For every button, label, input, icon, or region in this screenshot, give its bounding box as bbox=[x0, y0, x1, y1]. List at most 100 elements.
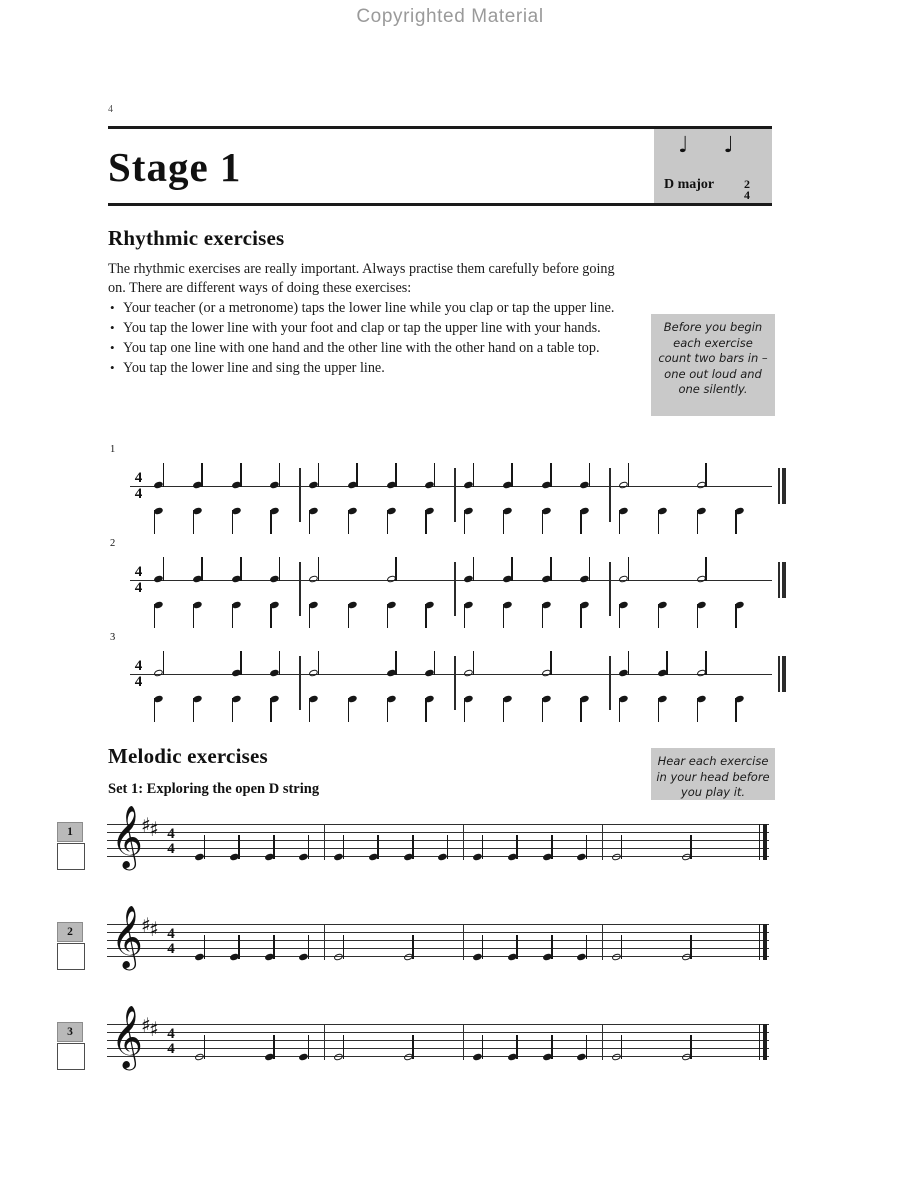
barline-thick bbox=[782, 656, 786, 692]
note-stem bbox=[395, 463, 397, 487]
time-signature-denominator: 4 bbox=[744, 188, 750, 202]
barline-thick bbox=[763, 824, 767, 860]
note-stem bbox=[502, 604, 505, 628]
rhythm-upper-note bbox=[269, 557, 281, 584]
note-stem bbox=[395, 557, 397, 581]
melodic-note bbox=[333, 835, 344, 862]
note-stem bbox=[309, 510, 311, 534]
note-stem bbox=[481, 835, 483, 859]
rhythmic-bullet-list: Your teacher (or a metronome) taps the l… bbox=[108, 298, 628, 378]
note-stem bbox=[541, 698, 543, 722]
rhythmic-intro-block: The rhythmic exercises are really import… bbox=[108, 260, 628, 379]
melodic-note bbox=[194, 935, 205, 962]
barline-thick bbox=[763, 1024, 767, 1060]
note-stem bbox=[433, 463, 436, 487]
rhythm-upper-note bbox=[656, 651, 668, 678]
melodic-exercise-number: 2 bbox=[57, 922, 83, 942]
note-stem bbox=[541, 510, 543, 534]
note-stem bbox=[278, 463, 281, 487]
rhythm-lower-note bbox=[618, 506, 629, 534]
note-stem bbox=[619, 698, 621, 722]
note-stem bbox=[347, 604, 350, 628]
barline bbox=[454, 468, 456, 522]
barline-thick bbox=[782, 562, 786, 598]
rhythm-upper-note bbox=[579, 557, 591, 584]
time-signature-numerator: 4 bbox=[134, 470, 143, 486]
rhythm-lower-note bbox=[191, 506, 203, 534]
note-stem bbox=[502, 698, 505, 722]
note-stem bbox=[425, 510, 427, 534]
melodic-note bbox=[367, 835, 379, 862]
note-stem bbox=[585, 1035, 588, 1059]
rhythm-lower-note bbox=[618, 694, 629, 722]
rhythm-lower-note bbox=[463, 506, 474, 534]
rhythm-upper-note bbox=[230, 463, 242, 490]
note-stem bbox=[412, 835, 414, 859]
note-stem bbox=[481, 935, 483, 959]
barline-thin bbox=[778, 656, 780, 692]
note-stem bbox=[446, 835, 449, 859]
note-stem bbox=[309, 604, 311, 628]
note-stem bbox=[551, 835, 553, 859]
melodic-note bbox=[402, 1035, 414, 1062]
note-stem bbox=[657, 604, 660, 628]
note-stem bbox=[580, 698, 582, 722]
note-stem bbox=[317, 463, 319, 487]
note-stem bbox=[425, 604, 427, 628]
rhythm-exercise-number: 3 bbox=[110, 632, 116, 643]
sharp-icon: ♯ bbox=[149, 1017, 159, 1041]
music-staff: 𝄞 ♯ ♯ 4 4 bbox=[107, 1010, 769, 1064]
note-stem bbox=[511, 463, 513, 487]
note-stem bbox=[273, 1035, 275, 1059]
rhythm-lower-note bbox=[579, 694, 591, 722]
note-stem bbox=[472, 463, 474, 487]
rhythm-upper-note bbox=[385, 557, 397, 584]
staff-line bbox=[107, 924, 769, 925]
note-stem bbox=[201, 463, 203, 487]
note-stem bbox=[162, 463, 164, 487]
rhythm-staff-line bbox=[130, 674, 772, 676]
time-signature-denominator: 4 bbox=[134, 674, 143, 690]
melodic-note bbox=[263, 935, 275, 962]
note-stem bbox=[192, 510, 195, 534]
time-signature: 44 bbox=[130, 564, 147, 596]
rhythm-upper-note bbox=[618, 463, 629, 490]
page-title: Stage 1 bbox=[108, 144, 242, 190]
barline bbox=[463, 824, 465, 860]
note-stem bbox=[231, 698, 233, 722]
practice-checkbox[interactable] bbox=[57, 843, 85, 870]
rhythm-system-3: 3 44 bbox=[108, 632, 786, 722]
note-stem bbox=[203, 835, 205, 859]
melodic-note bbox=[472, 1035, 483, 1062]
staff-line bbox=[107, 1056, 769, 1057]
note-stem bbox=[307, 935, 310, 959]
note-stem bbox=[203, 1035, 205, 1059]
barline bbox=[602, 1024, 604, 1060]
rhythm-upper-note bbox=[308, 463, 319, 490]
music-staff: 𝄞 ♯ ♯ 4 4 bbox=[107, 810, 769, 864]
treble-clef-icon: 𝄞 bbox=[111, 805, 143, 868]
barline bbox=[463, 924, 465, 960]
melodic-note bbox=[333, 935, 344, 962]
list-item: Your teacher (or a metronome) taps the l… bbox=[108, 298, 628, 318]
practice-checkbox[interactable] bbox=[57, 1043, 85, 1070]
note-stem bbox=[203, 935, 205, 959]
rhythm-lower-note bbox=[230, 600, 242, 628]
barline-thick bbox=[763, 924, 767, 960]
note-stem bbox=[619, 510, 621, 534]
note-stem bbox=[278, 557, 281, 581]
list-item: You tap the lower line with your foot an… bbox=[108, 318, 628, 338]
rhythm-lower-note bbox=[734, 506, 746, 534]
melodic-note bbox=[611, 835, 622, 862]
note-stem bbox=[307, 835, 310, 859]
staff-line bbox=[107, 948, 769, 949]
practice-checkbox[interactable] bbox=[57, 943, 85, 970]
rhythm-upper-note bbox=[153, 463, 164, 490]
barline-thin bbox=[759, 924, 761, 960]
note-stem bbox=[735, 604, 737, 628]
note-stem bbox=[580, 604, 582, 628]
note-stem bbox=[238, 835, 240, 859]
melodic-note bbox=[298, 835, 310, 862]
rhythm-upper-note bbox=[463, 651, 474, 678]
note-stem bbox=[278, 651, 281, 675]
